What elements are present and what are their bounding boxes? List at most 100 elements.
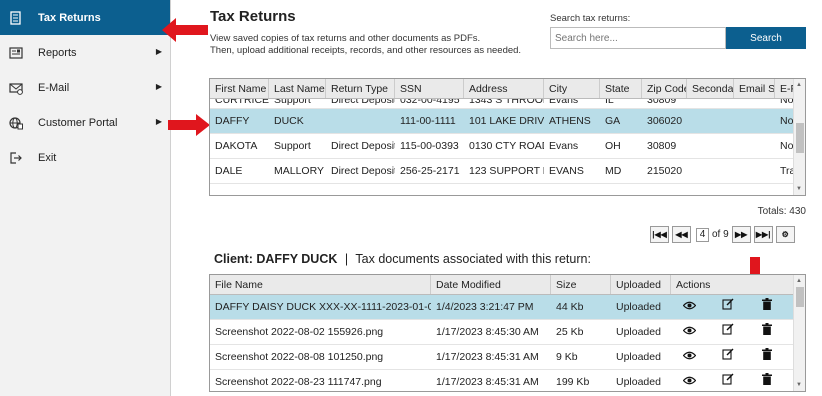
edit-icon[interactable] <box>710 323 746 335</box>
scroll-up-icon[interactable]: ▲ <box>796 82 802 88</box>
cell-date: 1/17/2023 8:45:30 AM <box>436 326 539 338</box>
page-number-input[interactable]: 4 <box>696 227 709 242</box>
cell-address: 1343 S THROOP <box>469 99 544 106</box>
cell-email <box>734 134 775 158</box>
col-zip-code[interactable]: Zip Code <box>642 79 687 98</box>
trash-icon[interactable] <box>749 323 785 335</box>
cell-type: Direct Deposit <box>331 165 395 177</box>
scroll-down-icon[interactable]: ▼ <box>796 186 802 192</box>
cell-first: DAFFY <box>215 115 250 127</box>
table-row[interactable]: CURTRICE Support Direct Deposit 032-00-4… <box>210 99 805 109</box>
documents-table-header: File Name Date Modified Size Uploaded Ac… <box>210 275 805 295</box>
col-uploaded[interactable]: Uploaded <box>611 275 671 294</box>
sidebar-item-label: Reports <box>38 46 77 59</box>
last-page-icon[interactable]: ▶▶| <box>753 226 773 243</box>
cell-ssn: 032-00-4195 <box>400 99 460 106</box>
cell-email <box>734 109 775 133</box>
col-address[interactable]: Address <box>464 79 544 98</box>
scroll-thumb[interactable] <box>796 123 804 153</box>
scroll-thumb[interactable] <box>796 287 804 307</box>
trash-icon[interactable] <box>749 348 785 360</box>
returns-table-header: First Name Last Name Return Type SSN Add… <box>210 79 805 99</box>
col-last-name[interactable]: Last Name <box>269 79 326 98</box>
cell-secondary <box>687 109 734 133</box>
table-row[interactable]: DAKOTA Support Direct Deposit 115-00-039… <box>210 134 805 159</box>
table-row[interactable]: DALE MALLORY Direct Deposit 256-25-2171 … <box>210 159 805 184</box>
cell-size: 9 Kb <box>556 351 578 363</box>
reports-icon <box>8 45 24 61</box>
col-return-type[interactable]: Return Type <box>326 79 395 98</box>
sidebar-item-email[interactable]: E-Mail ▶ <box>0 70 170 105</box>
cell-actions <box>671 370 795 391</box>
client-caption: Tax documents associated with this retur… <box>355 252 591 266</box>
cell-actions <box>671 320 795 344</box>
table-row[interactable]: Screenshot 2022-08-23 111747.png 1/17/20… <box>210 370 805 391</box>
client-name: DAFFY DUCK <box>256 252 338 266</box>
cell-date: 1/4/2023 3:21:47 PM <box>436 301 534 313</box>
cell-city: Evans <box>549 140 579 152</box>
cell-file-name: Screenshot 2022-08-02 155926.png <box>215 326 384 338</box>
edit-icon[interactable] <box>710 373 746 385</box>
cell-uploaded: Uploaded <box>616 351 661 363</box>
client-header: Client: DAFFY DUCK | Tax documents assoc… <box>214 252 591 266</box>
cell-email <box>734 99 775 108</box>
gear-icon[interactable]: ⚙ <box>775 226 795 243</box>
col-ssn[interactable]: SSN <box>395 79 464 98</box>
search-label: Search tax returns: <box>550 13 631 24</box>
col-city[interactable]: City <box>544 79 600 98</box>
cell-date: 1/17/2023 8:45:31 AM <box>436 376 539 388</box>
cell-secondary <box>687 134 734 158</box>
edit-icon[interactable] <box>710 298 746 310</box>
sidebar-item-tax-returns[interactable]: Tax Returns <box>0 0 170 35</box>
scroll-up-icon[interactable]: ▲ <box>796 278 802 284</box>
view-icon[interactable] <box>671 351 707 360</box>
cell-zip: 30809 <box>647 140 677 152</box>
edit-icon[interactable] <box>710 348 746 360</box>
next-page-icon[interactable]: ▶▶ <box>731 226 751 243</box>
col-email[interactable]: Email Se <box>734 79 775 98</box>
client-separator: | <box>344 252 349 266</box>
sidebar-item-customer-portal[interactable]: Customer Portal ▶ <box>0 105 170 140</box>
sidebar-item-reports[interactable]: Reports ▶ <box>0 35 170 70</box>
email-icon <box>8 80 24 96</box>
first-page-icon[interactable]: |◀◀ <box>650 226 669 243</box>
documents-table-scrollbar[interactable]: ▲ ▼ <box>793 275 805 391</box>
cell-actions <box>671 295 795 319</box>
exit-icon <box>8 150 24 166</box>
totals-count: Totals: 430 <box>757 206 806 217</box>
table-row-selected[interactable]: DAFFY DAISY DUCK XXX-XX-1111-2023-01-04-… <box>210 295 805 320</box>
cell-file-name: Screenshot 2022-08-08 101250.png <box>215 351 384 363</box>
cell-efile: No <box>780 140 794 152</box>
sidebar-item-exit[interactable]: Exit <box>0 140 170 175</box>
trash-icon[interactable] <box>749 373 785 385</box>
col-file-name[interactable]: File Name <box>210 275 431 294</box>
cell-size: 44 Kb <box>556 301 584 313</box>
client-label: Client: <box>214 252 253 266</box>
scroll-down-icon[interactable]: ▼ <box>796 382 802 388</box>
returns-table-scrollbar[interactable]: ▲ ▼ <box>793 79 805 195</box>
prev-page-icon[interactable]: ◀◀ <box>672 226 691 243</box>
col-efile[interactable]: E-F <box>775 79 795 98</box>
cell-uploaded: Uploaded <box>616 326 661 338</box>
view-icon[interactable] <box>671 301 707 310</box>
cell-address: 0130 CTY ROAD <box>469 140 544 152</box>
col-date-modified[interactable]: Date Modified <box>431 275 551 294</box>
col-state[interactable]: State <box>600 79 642 98</box>
search-button[interactable]: Search <box>726 27 806 49</box>
table-row[interactable]: Screenshot 2022-08-08 101250.png 1/17/20… <box>210 345 805 370</box>
cell-uploaded: Uploaded <box>616 301 661 313</box>
table-row[interactable]: Screenshot 2022-08-02 155926.png 1/17/20… <box>210 320 805 345</box>
search-input[interactable] <box>550 27 726 49</box>
col-secondary[interactable]: Secondary <box>687 79 734 98</box>
col-actions[interactable]: Actions <box>671 275 795 294</box>
view-icon[interactable] <box>671 376 707 385</box>
table-row-selected[interactable]: DAFFY DUCK 111-00-1111 101 LAKE DRIVE AT… <box>210 109 805 134</box>
col-size[interactable]: Size <box>551 275 611 294</box>
col-first-name[interactable]: First Name <box>210 79 269 98</box>
trash-icon[interactable] <box>749 298 785 310</box>
cell-address: 101 LAKE DRIVE <box>469 115 544 127</box>
sidebar-item-label: Customer Portal <box>38 116 118 129</box>
view-icon[interactable] <box>671 326 707 335</box>
pagination: |◀◀ ◀◀ 4 of 9 ▶▶ ▶▶| ⚙ <box>650 226 795 243</box>
cell-state: OH <box>605 140 621 152</box>
